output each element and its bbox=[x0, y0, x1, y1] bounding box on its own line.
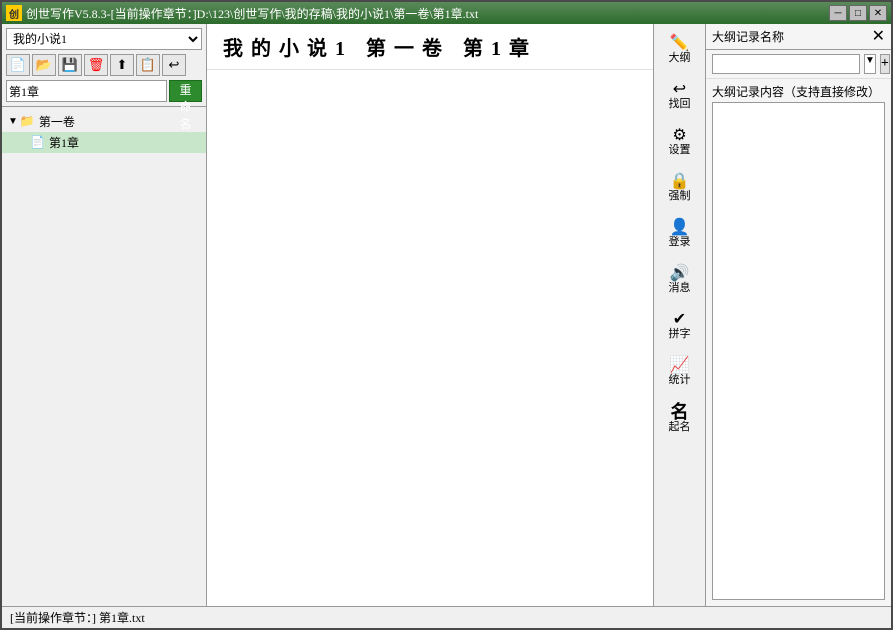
spell-icon: ✔ bbox=[673, 312, 686, 328]
maximize-btn[interactable]: □ bbox=[849, 5, 867, 21]
outline-add-btn[interactable]: + bbox=[880, 54, 890, 74]
message-icon: 🔊 bbox=[670, 266, 690, 282]
delete-btn[interactable]: 🗑 bbox=[84, 54, 108, 76]
message-btn[interactable]: 🔊 消息 bbox=[657, 258, 703, 302]
naming-icon: 名 bbox=[671, 403, 689, 421]
up-btn[interactable]: ⬆ bbox=[110, 54, 134, 76]
lock-label: 强制 bbox=[669, 191, 691, 202]
stats-btn[interactable]: 📈 统计 bbox=[657, 350, 703, 394]
restore-label: 找回 bbox=[669, 99, 691, 110]
outline-btn[interactable]: ✏️ 大纲 bbox=[657, 28, 703, 72]
editor-title: 我的小说1 第一卷 第1章 bbox=[207, 24, 653, 70]
chapter-icon: 📄 bbox=[30, 135, 45, 150]
spell-label: 拼字 bbox=[669, 329, 691, 340]
right-panel-close-btn[interactable]: ✕ bbox=[872, 29, 885, 45]
new-doc-btn[interactable]: 📄 bbox=[6, 54, 30, 76]
stats-icon: 📈 bbox=[670, 358, 690, 374]
minimize-btn[interactable]: ─ bbox=[829, 5, 847, 21]
title-text: 创世写作V5.8.3-[当前操作章节：]D:\123\创世写作\我的存稿\我的小… bbox=[26, 5, 478, 22]
tree-area: ▼ 📁 第一卷 📄 第1章 bbox=[2, 107, 206, 606]
volume-label: 第一卷 bbox=[39, 113, 75, 130]
chapter-label: 第1章 bbox=[49, 134, 79, 151]
chapter-input[interactable] bbox=[6, 80, 167, 102]
main-window: 创 创世写作V5.8.3-[当前操作章节：]D:\123\创世写作\我的存稿\我… bbox=[0, 0, 893, 630]
icon-toolbar: ✏️ 大纲 ↩ 找回 ⚙ 设置 🔒 强制 👤 登录 🔊 消息 bbox=[654, 24, 706, 606]
undo-btn[interactable]: ↩ bbox=[162, 54, 186, 76]
outline-dropdown-btn[interactable]: ▼ bbox=[864, 54, 876, 74]
editor-area: 我的小说1 第一卷 第1章 bbox=[207, 24, 654, 606]
open-btn[interactable]: 📂 bbox=[32, 54, 56, 76]
novel-select-row: 我的小说1 bbox=[6, 28, 202, 50]
lock-btn[interactable]: 🔒 强制 bbox=[657, 166, 703, 210]
settings-label: 设置 bbox=[669, 145, 691, 156]
outline-label: 大纲 bbox=[669, 53, 691, 64]
title-bar: 创 创世写作V5.8.3-[当前操作章节：]D:\123\创世写作\我的存稿\我… bbox=[2, 2, 891, 24]
save-btn[interactable]: 💾 bbox=[58, 54, 82, 76]
main-area: 我的小说1 📄 📂 💾 🗑 ⬆ 📋 ↩ 重命名 bbox=[2, 24, 891, 606]
status-text: [当前操作章节：] 第1章.txt bbox=[10, 609, 145, 626]
settings-btn[interactable]: ⚙ 设置 bbox=[657, 120, 703, 164]
toolbar-row: 📄 📂 💾 🗑 ⬆ 📋 ↩ bbox=[6, 54, 202, 76]
right-panel-title: 大纲记录名称 bbox=[712, 28, 784, 45]
chapter-row: 重命名 bbox=[6, 80, 202, 102]
login-icon: 👤 bbox=[670, 220, 690, 236]
sidebar: 我的小说1 📄 📂 💾 🗑 ⬆ 📋 ↩ 重命名 bbox=[2, 24, 207, 606]
spell-btn[interactable]: ✔ 拼字 bbox=[657, 304, 703, 348]
outline-content-label: 大纲记录内容（支持直接修改） bbox=[706, 79, 891, 102]
login-btn[interactable]: 👤 登录 bbox=[657, 212, 703, 256]
close-btn[interactable]: ✕ bbox=[869, 5, 887, 21]
sidebar-top: 我的小说1 📄 📂 💾 🗑 ⬆ 📋 ↩ 重命名 bbox=[2, 24, 206, 107]
restore-btn[interactable]: ↩ 找回 bbox=[657, 74, 703, 118]
outline-icon: ✏️ bbox=[670, 36, 690, 52]
title-bar-left: 创 创世写作V5.8.3-[当前操作章节：]D:\123\创世写作\我的存稿\我… bbox=[6, 5, 478, 22]
message-label: 消息 bbox=[669, 283, 691, 294]
login-label: 登录 bbox=[669, 237, 691, 248]
right-panel: 大纲记录名称 ✕ ▼ + 大纲记录内容（支持直接修改） bbox=[706, 24, 891, 606]
outline-name-row: ▼ + bbox=[706, 50, 891, 79]
rename-btn[interactable]: 重命名 bbox=[169, 80, 202, 102]
folder-icon: 📁 bbox=[20, 114, 35, 129]
stats-label: 统计 bbox=[669, 375, 691, 386]
status-bar: [当前操作章节：] 第1章.txt bbox=[2, 606, 891, 628]
tree-chapter[interactable]: 📄 第1章 bbox=[2, 132, 206, 153]
outline-content-area[interactable] bbox=[712, 102, 885, 600]
naming-btn[interactable]: 名 起名 bbox=[657, 396, 703, 440]
naming-label: 起名 bbox=[669, 422, 691, 433]
restore-icon: ↩ bbox=[673, 82, 686, 98]
arrow-icon: ▼ bbox=[8, 116, 18, 127]
novel-select[interactable]: 我的小说1 bbox=[6, 28, 202, 50]
tree-volume[interactable]: ▼ 📁 第一卷 bbox=[2, 111, 206, 132]
title-controls: ─ □ ✕ bbox=[829, 5, 887, 21]
editor-content[interactable] bbox=[207, 70, 653, 606]
copy-btn[interactable]: 📋 bbox=[136, 54, 160, 76]
lock-icon: 🔒 bbox=[670, 174, 690, 190]
settings-icon: ⚙ bbox=[672, 128, 686, 144]
app-icon: 创 bbox=[6, 5, 22, 21]
right-panel-header: 大纲记录名称 ✕ bbox=[706, 24, 891, 50]
outline-name-input[interactable] bbox=[712, 54, 860, 74]
